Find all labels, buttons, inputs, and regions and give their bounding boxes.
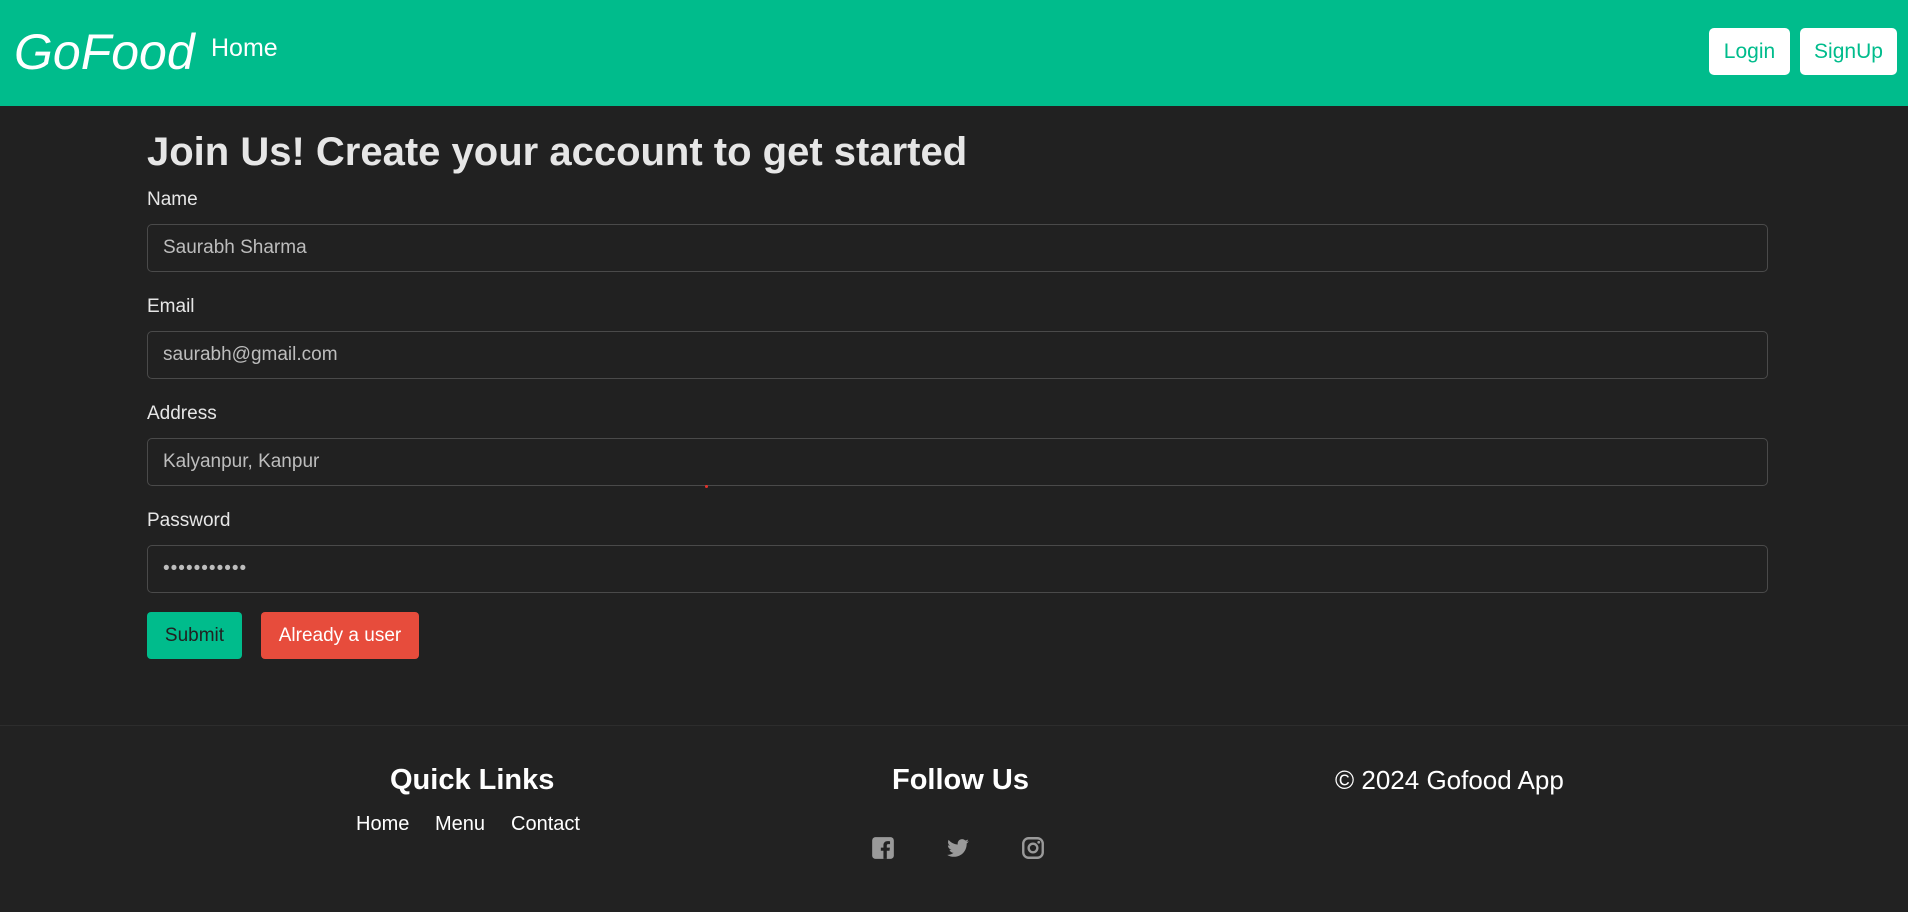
name-input[interactable]: Saurabh Sharma (147, 224, 1768, 272)
password-input[interactable]: ••••••••••• (147, 545, 1768, 593)
twitter-icon[interactable] (945, 835, 971, 861)
brand-logo[interactable]: GoFood (14, 22, 195, 82)
navbar: GoFood Home Login SignUp (0, 0, 1908, 106)
address-input[interactable]: Kalyanpur, Kanpur (147, 438, 1768, 486)
footer-link-contact[interactable]: Contact (511, 811, 580, 837)
footer-link-home[interactable]: Home (356, 811, 409, 837)
password-label: Password (147, 510, 231, 531)
address-label: Address (147, 403, 217, 424)
instagram-icon[interactable] (1020, 835, 1046, 861)
signup-button[interactable]: SignUp (1800, 28, 1897, 75)
already-user-button[interactable]: Already a user (261, 612, 419, 659)
email-input[interactable]: saurabh@gmail.com (147, 331, 1768, 379)
quick-links-title: Quick Links (390, 764, 555, 796)
footer-link-menu[interactable]: Menu (435, 811, 485, 837)
nav-home-link[interactable]: Home (211, 32, 278, 64)
footer: Quick Links Home Menu Contact Follow Us … (0, 725, 1908, 912)
facebook-icon[interactable] (870, 835, 896, 861)
cursor-dot (705, 485, 708, 488)
page-title: Join Us! Create your account to get star… (147, 130, 968, 174)
submit-button[interactable]: Submit (147, 612, 242, 659)
email-label: Email (147, 296, 195, 317)
name-label: Name (147, 189, 198, 210)
login-button[interactable]: Login (1709, 28, 1790, 75)
copyright-text: © 2024 Gofood App (1335, 765, 1564, 795)
follow-us-title: Follow Us (892, 764, 1029, 796)
